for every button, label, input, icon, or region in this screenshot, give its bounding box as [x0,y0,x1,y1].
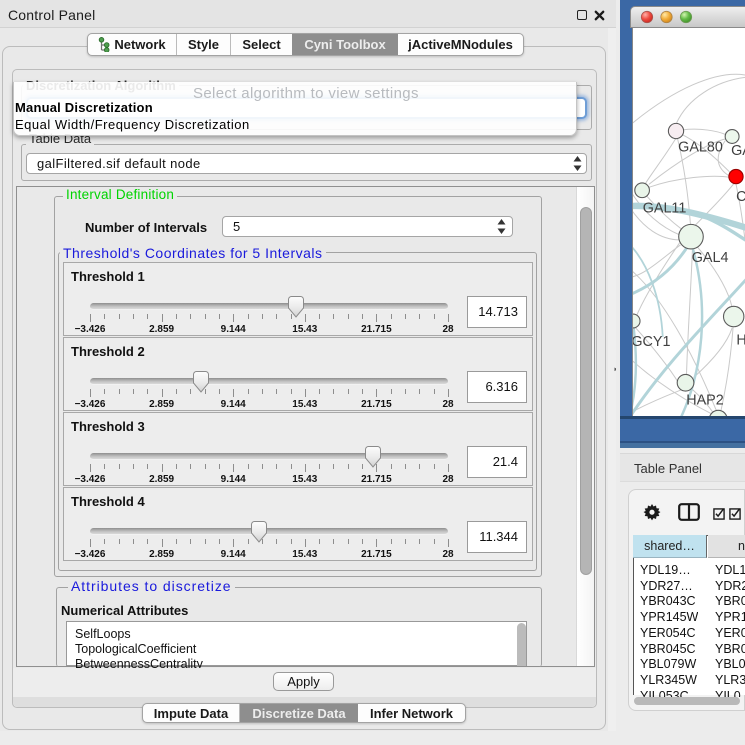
svg-text:HAP2: HAP2 [686,392,724,408]
svg-text:C: C [736,189,745,205]
svg-text:H: H [736,332,745,348]
svg-text:GCY1: GCY1 [632,334,670,350]
svg-text:GAL11: GAL11 [643,201,687,217]
svg-text:GAL4: GAL4 [692,250,729,266]
svg-text:GAL: GAL [731,143,745,159]
svg-text:GAL80: GAL80 [678,140,723,156]
